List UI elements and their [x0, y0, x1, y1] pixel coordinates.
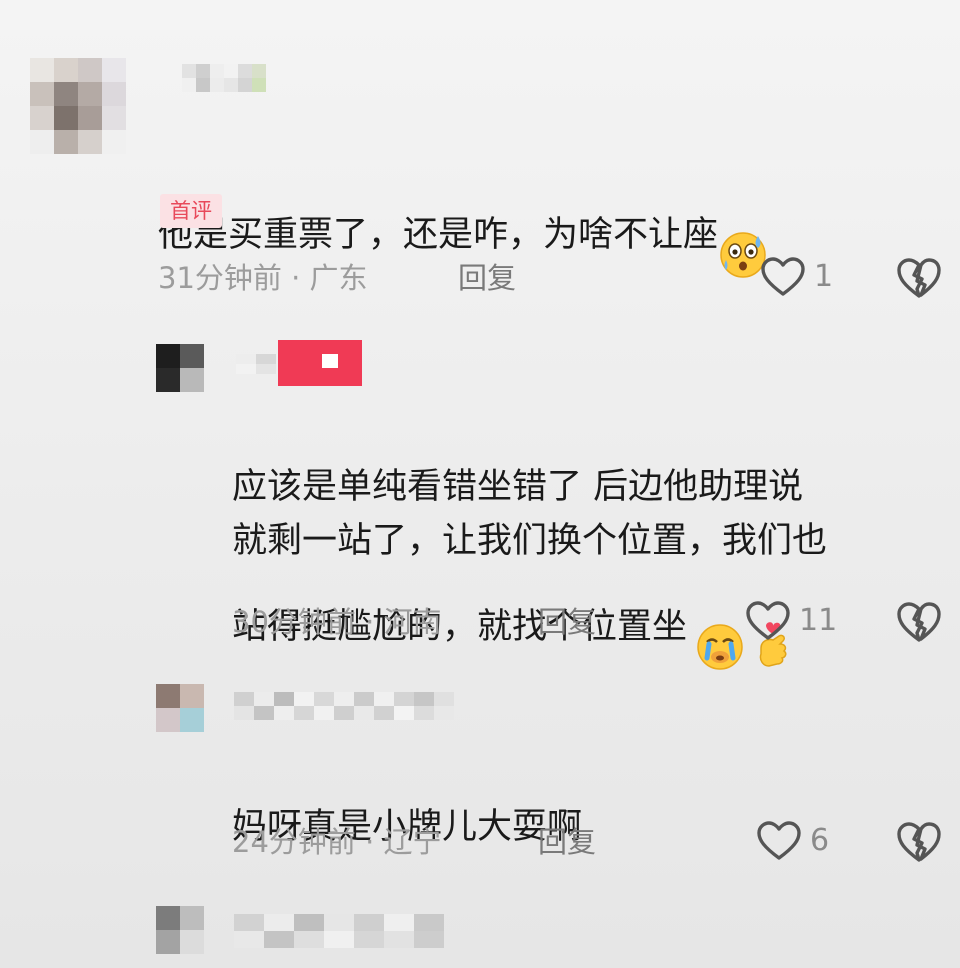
username[interactable] [234, 692, 456, 720]
comment-text: 应该是单纯看错坐错了 后边他助理说 就剩一站了，让我们换个位置，我们也 站得挺尴… [232, 406, 827, 688]
broken-heart-icon [895, 822, 943, 868]
heart-outline-icon [745, 600, 791, 642]
crying-face-icon [695, 568, 745, 688]
heart-outline-icon [760, 256, 806, 298]
like-button[interactable]: 1 [760, 256, 833, 298]
username[interactable] [234, 914, 444, 948]
dislike-button[interactable] [895, 820, 943, 868]
like-count: 1 [814, 259, 834, 294]
reply-button[interactable]: 回复 [538, 822, 596, 862]
avatar[interactable] [30, 58, 126, 154]
comment-text-content: 他是买重票了，还是咋，为啥不让座 [158, 215, 719, 255]
time-location: 31分钟前 · 广东 [158, 261, 368, 295]
avatar[interactable] [156, 906, 204, 954]
broken-heart-icon [895, 258, 943, 304]
like-count: 11 [799, 603, 838, 638]
username-tag [278, 340, 362, 386]
username[interactable] [182, 64, 266, 92]
time-location: 30分钟前 · 河南 [232, 605, 442, 639]
username[interactable] [236, 354, 276, 374]
first-comment-badge: 首评 [160, 194, 222, 228]
avatar[interactable] [156, 344, 204, 392]
like-button[interactable]: 11 [745, 600, 837, 642]
reply-button[interactable]: 回复 [458, 258, 516, 298]
avatar[interactable] [156, 684, 204, 732]
time-location: 24分钟前 · 辽宁 [232, 825, 442, 859]
like-count: 6 [810, 823, 830, 858]
heart-outline-icon [756, 820, 802, 862]
like-button[interactable]: 6 [756, 820, 829, 862]
dislike-button[interactable] [895, 256, 943, 304]
broken-heart-icon [895, 602, 943, 648]
reply-button[interactable]: 回复 [538, 602, 596, 642]
dislike-button[interactable] [895, 600, 943, 648]
